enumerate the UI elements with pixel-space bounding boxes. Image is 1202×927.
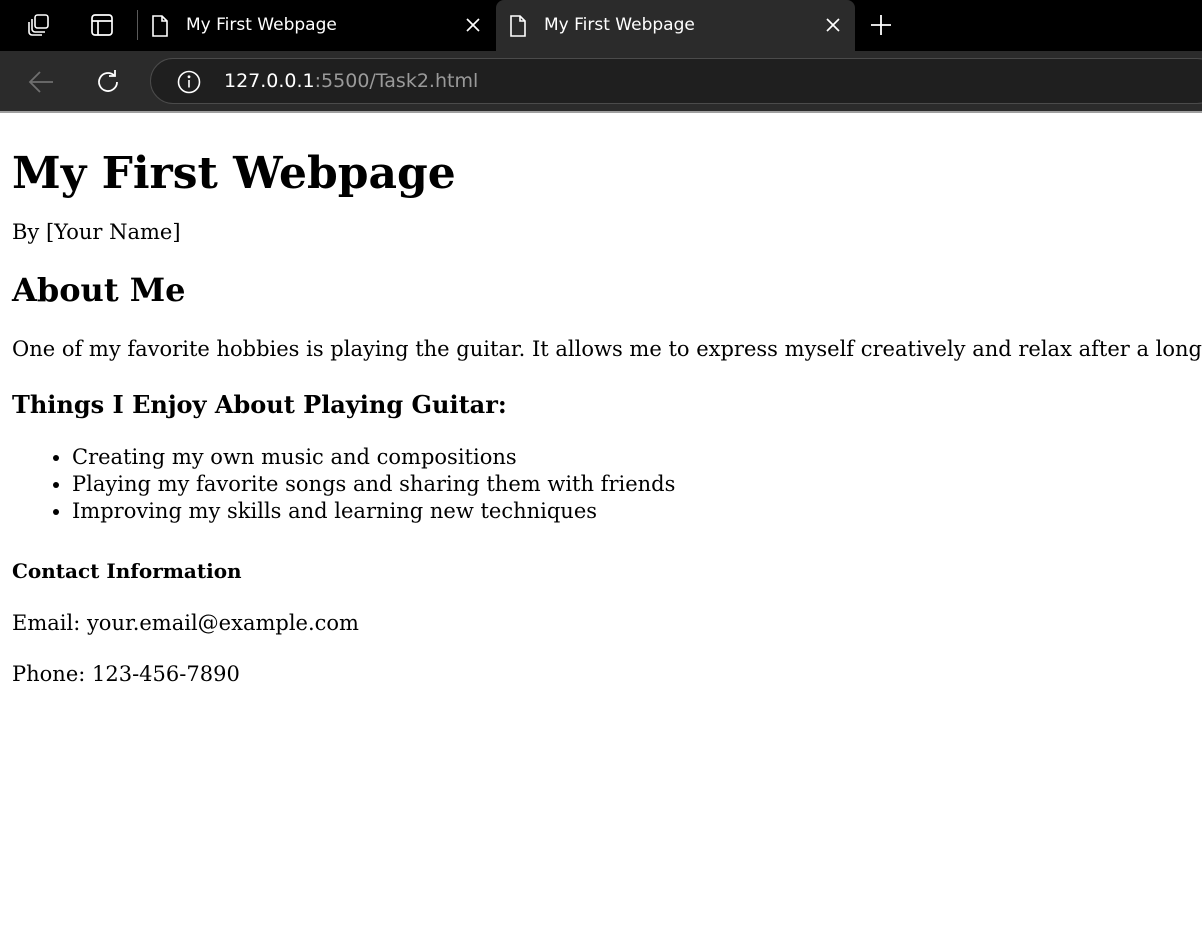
byline: By [Your Name]	[12, 220, 181, 244]
tab-close-button[interactable]	[823, 15, 843, 35]
refresh-button[interactable]	[91, 65, 125, 99]
tab-title: My First Webpage	[186, 15, 337, 35]
tab-1[interactable]: My First Webpage	[138, 0, 495, 51]
workspaces-button[interactable]	[23, 9, 55, 41]
about-heading: About Me	[12, 271, 186, 309]
plus-icon	[871, 15, 891, 35]
enjoy-heading: Things I Enjoy About Playing Guitar:	[12, 390, 507, 419]
back-arrow-icon	[28, 71, 53, 93]
contact-phone: Phone: 123-456-7890	[12, 662, 240, 686]
list-item: Creating my own music and compositions	[72, 444, 1190, 471]
page-title: My First Webpage	[12, 148, 456, 199]
tab-title: My First Webpage	[544, 15, 695, 35]
contact-heading: Contact Information	[12, 559, 242, 583]
vertical-tabs-icon	[91, 14, 113, 36]
workspaces-icon	[28, 14, 49, 36]
back-button[interactable]	[24, 65, 58, 99]
url-host: 127.0.0.1	[224, 70, 315, 92]
address-bar[interactable]: 127.0.0.1:5500/Task2.html	[150, 58, 1202, 104]
tab-close-button[interactable]	[463, 15, 483, 35]
refresh-icon	[98, 70, 118, 92]
close-icon	[466, 18, 480, 32]
page-icon	[152, 15, 168, 37]
page-icon	[510, 15, 526, 37]
about-text: One of my favorite hobbies is playing th…	[12, 337, 1202, 361]
tab-2-active[interactable]: My First Webpage	[496, 0, 855, 51]
enjoy-list: Creating my own music and compositions P…	[12, 444, 1190, 525]
close-icon	[826, 18, 840, 32]
url-text[interactable]: 127.0.0.1:5500/Task2.html	[224, 70, 478, 92]
page-content: My First Webpage By [Your Name] About Me…	[0, 113, 1202, 927]
info-icon[interactable]	[177, 70, 201, 94]
new-tab-button[interactable]	[865, 9, 897, 41]
url-path: :5500/Task2.html	[314, 70, 479, 92]
vertical-tabs-button[interactable]	[86, 9, 118, 41]
list-item: Improving my skills and learning new tec…	[72, 498, 1190, 525]
contact-email: Email: your.email@example.com	[12, 611, 359, 635]
navigation-bar: 127.0.0.1:5500/Task2.html	[0, 51, 1202, 111]
list-item: Playing my favorite songs and sharing th…	[72, 471, 1190, 498]
tab-strip: My First Webpage My First Webpage	[0, 0, 1202, 51]
